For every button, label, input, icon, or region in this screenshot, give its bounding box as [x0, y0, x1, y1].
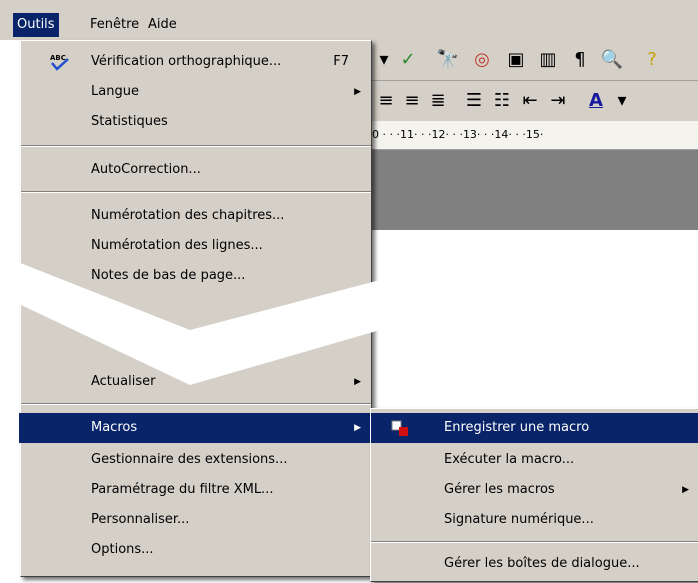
zoom-icon[interactable]: 🔍 — [600, 48, 624, 72]
data-sources-icon[interactable]: ▥ — [536, 48, 560, 72]
align-center-icon[interactable]: ≡ — [374, 89, 398, 113]
menu-item-notes-bas-page[interactable]: Notes de bas de page... — [21, 261, 371, 291]
numerotation-lignes-label: Numérotation des lignes... — [91, 238, 263, 253]
font-color-icon[interactable]: A — [584, 89, 608, 113]
menu-item-numerotation-lignes[interactable]: Numérotation des lignes... — [21, 231, 371, 261]
menu-item-autocorrection[interactable]: AutoCorrection... — [21, 155, 371, 185]
langue-label: Langue — [91, 84, 139, 99]
signature-numerique-label: Signature numérique... — [444, 512, 594, 527]
menu-separator — [21, 403, 371, 405]
submenu-item-executer-macro[interactable]: Exécuter la macro... — [371, 445, 698, 475]
align-right-icon[interactable]: ≡ — [400, 89, 424, 113]
menu-separator — [21, 191, 371, 193]
notes-bas-page-label: Notes de bas de page... — [91, 268, 246, 283]
justify-icon[interactable]: ≣ — [426, 89, 450, 113]
standard-toolbar: ▾ ✓ 🔭 ◎ ▣ ▥ ¶ 🔍 ? — [370, 40, 698, 81]
spellcheck-shortcut: F7 — [333, 54, 349, 69]
menu-item-gestionnaire-extensions[interactable]: Gestionnaire des extensions... — [21, 445, 371, 475]
document-background — [370, 150, 698, 230]
gerer-boites-dialogue-label: Gérer les boîtes de dialogue... — [444, 556, 640, 571]
ruler: 0 · · ·11· · ·12· · ·13· · ·14· · ·15· — [370, 121, 698, 150]
numbering-icon[interactable]: ☰ — [462, 89, 486, 113]
abc-check-icon: ABC — [50, 54, 69, 71]
menu-item-options[interactable]: Options... — [21, 535, 371, 565]
enregistrer-macro-label: Enregistrer une macro — [444, 420, 590, 435]
submenu-item-gerer-boites-dialogue[interactable]: Gérer les boîtes de dialogue... — [371, 549, 698, 579]
bullets-icon[interactable]: ☷ — [490, 89, 514, 113]
spellcheck-label: Vérification orthographique... — [91, 54, 282, 69]
formatting-marks-icon[interactable]: ¶ — [568, 48, 592, 72]
options-label: Options... — [91, 542, 154, 557]
gallery-icon[interactable]: ▣ — [504, 48, 528, 72]
submenu-item-signature-numerique[interactable]: Signature numérique... — [371, 505, 698, 535]
macros-label: Macros — [91, 420, 138, 435]
personnaliser-label: Personnaliser... — [91, 512, 190, 527]
menu-item-numerotation-chapitres[interactable]: Numérotation des chapitres... — [21, 201, 371, 231]
gestionnaire-extensions-label: Gestionnaire des extensions... — [91, 452, 288, 467]
filtre-xml-label: Paramétrage du filtre XML... — [91, 482, 274, 497]
menu-aide[interactable]: Aide — [144, 13, 181, 37]
menu-separator — [21, 145, 371, 147]
menu-item-filtre-xml[interactable]: Paramétrage du filtre XML... — [21, 475, 371, 505]
formatting-toolbar: ≡ ≡ ≣ ☰ ☷ ⇤ ⇥ A ▾ — [370, 81, 698, 122]
menu-outils[interactable]: Outils — [13, 13, 59, 37]
help-icon[interactable]: ? — [640, 48, 664, 72]
macros-submenu: Enregistrer une macro Exécuter la macro.… — [370, 408, 698, 582]
statistiques-label: Statistiques — [91, 114, 168, 129]
numerotation-chapitres-label: Numérotation des chapitres... — [91, 208, 285, 223]
find-replace-icon[interactable]: 🔭 — [436, 48, 460, 72]
record-macro-icon — [391, 420, 408, 436]
dropdown-arrow-icon[interactable]: ▾ — [372, 48, 396, 72]
autospell-icon[interactable]: ✓ — [396, 48, 420, 72]
menu-item-langue[interactable]: Langue ▶ — [21, 77, 371, 107]
gerer-macros-label: Gérer les macros — [444, 482, 555, 497]
navigator-icon[interactable]: ◎ — [470, 48, 494, 72]
menu-item-personnaliser[interactable]: Personnaliser... — [21, 505, 371, 535]
menu-item-spellcheck[interactable]: ABC Vérification orthographique... F7 — [21, 47, 371, 77]
menu-separator — [371, 541, 698, 543]
increase-indent-icon[interactable]: ⇥ — [546, 89, 570, 113]
executer-macro-label: Exécuter la macro... — [444, 452, 575, 467]
submenu-arrow-icon: ▶ — [354, 423, 361, 433]
submenu-arrow-icon: ▶ — [682, 485, 689, 495]
menu-fenetre[interactable]: Fenêtre — [86, 13, 143, 37]
decrease-indent-icon[interactable]: ⇤ — [518, 89, 542, 113]
submenu-item-gerer-macros[interactable]: Gérer les macros ▶ — [371, 475, 698, 505]
menu-item-statistiques[interactable]: Statistiques — [21, 107, 371, 137]
submenu-arrow-icon: ▶ — [354, 87, 361, 97]
submenu-item-enregistrer-macro[interactable]: Enregistrer une macro — [371, 413, 698, 443]
actualiser-label: Actualiser — [91, 374, 156, 389]
menu-item-macros[interactable]: Macros ▶ — [19, 413, 371, 443]
autocorrection-label: AutoCorrection... — [91, 162, 201, 177]
menu-item-actualiser[interactable]: Actualiser ▶ — [21, 367, 371, 397]
dropdown-arrow-icon[interactable]: ▾ — [610, 89, 634, 113]
submenu-arrow-icon: ▶ — [354, 377, 361, 387]
menu-bar: Outils Fenêtre Aide — [0, 0, 698, 41]
svg-text:ABC: ABC — [50, 54, 66, 62]
tools-menu: ABC Vérification orthographique... F7 La… — [19, 40, 372, 577]
